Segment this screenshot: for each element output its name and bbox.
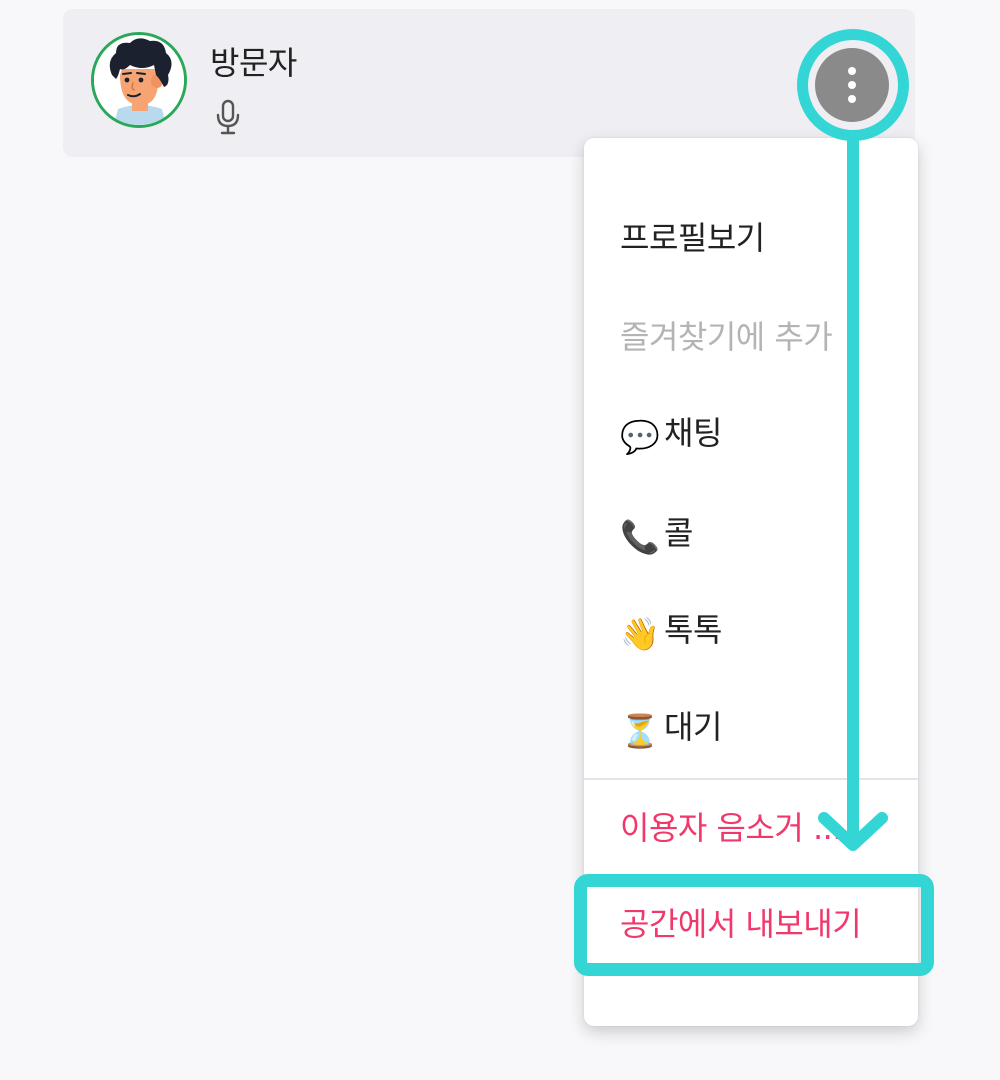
- menu-item-label: 채팅: [664, 414, 722, 452]
- highlight-ring: [797, 29, 909, 141]
- participant-row: 방문자: [63, 9, 915, 157]
- menu-item-mute-user[interactable]: 이용자 음소거 ...: [620, 809, 843, 847]
- menu-item-knock[interactable]: 👋 톡톡: [620, 614, 722, 650]
- menu-item-label: 이용자 음소거 ...: [620, 809, 843, 847]
- highlight-box: [574, 874, 934, 976]
- waving-hand-icon: 👋: [620, 615, 660, 653]
- menu-item-label: 즐겨찾기에 추가: [620, 318, 833, 356]
- participant-name: 방문자: [210, 44, 297, 82]
- menu-item-chat[interactable]: 💬 채팅: [620, 417, 722, 453]
- speech-bubble-icon: 💬: [620, 418, 660, 456]
- phone-icon: 📞: [620, 518, 660, 556]
- cartoon-avatar-icon: [94, 35, 184, 125]
- menu-item-label: 대기: [664, 708, 722, 746]
- menu-item-add-favorite: 즐겨찾기에 추가: [620, 318, 833, 356]
- menu-item-label: 콜: [664, 514, 693, 552]
- menu-item-wait[interactable]: ⏳ 대기: [620, 711, 722, 747]
- menu-item-label: 프로필보기: [620, 219, 765, 257]
- avatar[interactable]: [91, 32, 187, 128]
- down-arrow-icon: [818, 130, 888, 851]
- menu-item-call[interactable]: 📞 콜: [620, 517, 693, 553]
- hourglass-icon: ⏳: [620, 712, 660, 750]
- menu-item-label: 톡톡: [664, 611, 722, 649]
- menu-item-view-profile[interactable]: 프로필보기: [620, 222, 765, 254]
- microphone-icon: [216, 99, 240, 135]
